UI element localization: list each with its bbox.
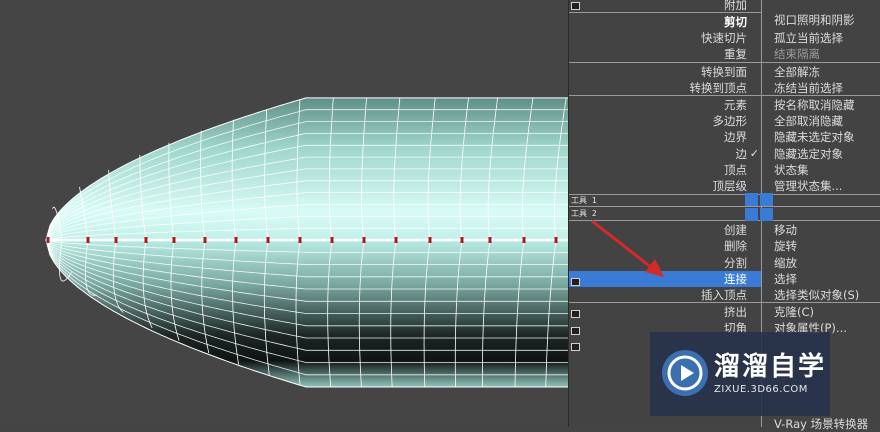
watermark-url: ZIXUE.3D66.COM	[714, 384, 808, 395]
watermark-title: 溜溜自学	[714, 352, 827, 382]
watermark: 溜溜自学 ZIXUE.3D66.COM	[650, 332, 830, 416]
play-logo-icon	[662, 350, 708, 396]
